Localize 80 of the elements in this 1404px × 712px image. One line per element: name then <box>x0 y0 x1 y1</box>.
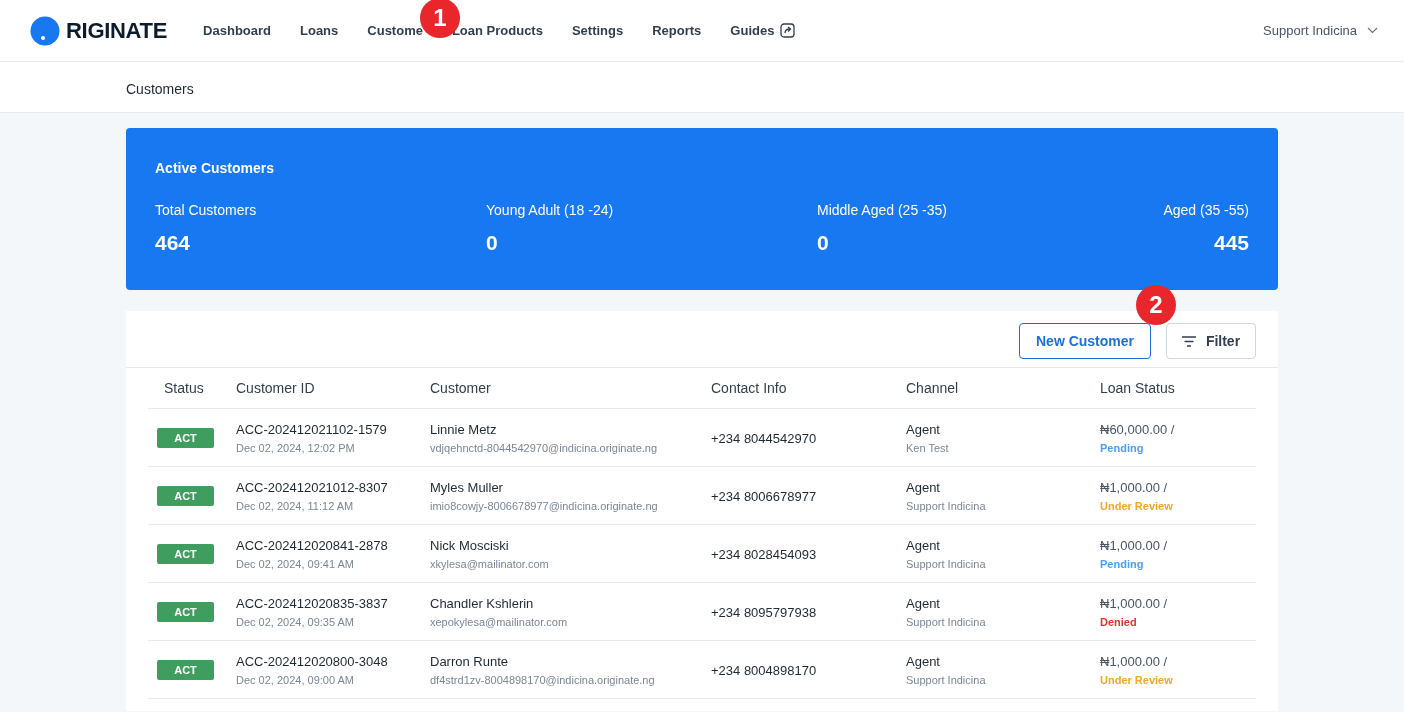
customer-name: Linnie Metz <box>430 421 497 437</box>
status-badge: ACT <box>157 543 214 564</box>
loan-status: Under Review <box>1100 499 1173 512</box>
column-header: Customer ID <box>236 368 430 409</box>
stat-value: 464 <box>155 231 192 255</box>
column-header: Loan Status <box>1100 368 1256 409</box>
customer-id: ACC-202412021102-1579 <box>236 421 387 437</box>
loan-amount: ₦1,000.00 / <box>1100 537 1168 553</box>
customer-id: ACC-202412020800-3048 <box>236 653 388 669</box>
column-header: Customer <box>430 368 711 409</box>
column-header: Status <box>148 368 236 409</box>
stat-value: 0 <box>817 231 830 255</box>
loan-amount: ₦1,000.00 / <box>1100 595 1168 611</box>
stat-label: Middle Aged (25 -35) <box>817 202 948 218</box>
status-badge: ACT <box>157 601 214 622</box>
external-link-icon <box>780 23 796 38</box>
stat-value: 445 <box>1213 231 1249 255</box>
created-date: Dec 02, 2024, 12:02 PM <box>236 441 355 454</box>
filter-button[interactable]: Filter <box>1166 323 1256 359</box>
customer-name: Myles Muller <box>430 479 503 495</box>
loan-status: Pending <box>1100 557 1144 570</box>
agent-name: Support Indicina <box>906 557 986 570</box>
created-date: Dec 02, 2024, 09:41 AM <box>236 557 355 570</box>
logo-text: RIGINATE <box>66 17 168 44</box>
nav-link[interactable]: Guides <box>730 23 796 38</box>
customer-id: ACC-202412020835-3837 <box>236 595 388 611</box>
loan-amount: ₦1,000.00 / <box>1100 479 1168 495</box>
page-title: Customers <box>126 81 194 97</box>
phone-number: +234 8006678977 <box>711 488 817 504</box>
stat-value: 0 <box>486 231 499 255</box>
created-date: Dec 02, 2024, 11:12 AM <box>236 499 354 512</box>
customer-name: Chandler Kshlerin <box>430 595 534 611</box>
new-customer-button[interactable]: New Customer <box>1019 323 1151 359</box>
channel-name: Agent <box>906 595 940 611</box>
phone-number: +234 8004898170 <box>711 662 817 678</box>
phone-number: +234 8095797938 <box>711 604 817 620</box>
customer-email: imio8cowjy-8006678977@indicina.originate.ng <box>430 499 658 512</box>
loan-amount: ₦1,000.00 / <box>1100 653 1168 669</box>
status-badge: ACT <box>157 659 214 680</box>
phone-number: +234 8044542970 <box>711 430 817 446</box>
nav-link[interactable]: Settings <box>571 23 624 38</box>
customer-name: Nick Mosciski <box>430 537 509 553</box>
agent-name: Support Indicina <box>906 615 986 628</box>
stat-label: Total Customers <box>155 202 258 218</box>
nav-link[interactable]: Reports <box>652 23 702 38</box>
channel-name: Agent <box>906 421 940 437</box>
column-header: Channel <box>906 368 1100 409</box>
loan-amount: ₦60,000.00 / <box>1100 421 1175 437</box>
customer-id: ACC-202412021012-8307 <box>236 479 388 495</box>
agent-name: Support Indicina <box>906 673 986 686</box>
channel-name: Agent <box>906 479 940 495</box>
filter-icon <box>1181 335 1196 347</box>
loan-status: Under Review <box>1100 673 1173 686</box>
agent-name: Ken Test <box>906 441 949 454</box>
stat-label: Young Adult (18 -24) <box>486 202 615 218</box>
customer-name: Darron Runte <box>430 653 509 669</box>
column-header: Contact Info <box>711 368 906 409</box>
customer-id: ACC-202412020841-2878 <box>236 537 388 553</box>
logo-icon <box>30 15 60 46</box>
customer-email: vdjqehnctd-8044542970@indicina.originate.ng <box>430 441 658 454</box>
nav-link[interactable]: Loans <box>300 23 339 38</box>
agent-name: Support Indicina <box>906 499 986 512</box>
customer-email: df4strd1zv-8004898170@indicina.originate.ng <box>430 673 655 686</box>
loan-status: Denied <box>1100 615 1137 628</box>
created-date: Dec 02, 2024, 09:35 AM <box>236 615 355 628</box>
phone-number: +234 8028454093 <box>711 546 817 562</box>
card-title: Active Customers <box>155 160 276 176</box>
nav-link[interactable]: Custome <box>367 23 423 38</box>
customer-email: xepokylesa@mailinator.com <box>430 615 568 628</box>
status-badge: ACT <box>157 485 214 506</box>
customer-email: xkylesa@mailinator.com <box>430 557 549 570</box>
created-date: Dec 02, 2024, 09:00 AM <box>236 673 355 686</box>
stat-label: Aged (35 -55) <box>1163 202 1249 218</box>
status-badge: ACT <box>157 427 214 448</box>
chevron-down-icon[interactable] <box>1367 27 1378 34</box>
loan-status: Pending <box>1100 441 1144 454</box>
channel-name: Agent <box>906 653 940 669</box>
channel-name: Agent <box>906 537 940 553</box>
user-name[interactable]: Support Indicina <box>1263 23 1357 38</box>
nav-link[interactable]: Dashboard <box>203 23 271 38</box>
